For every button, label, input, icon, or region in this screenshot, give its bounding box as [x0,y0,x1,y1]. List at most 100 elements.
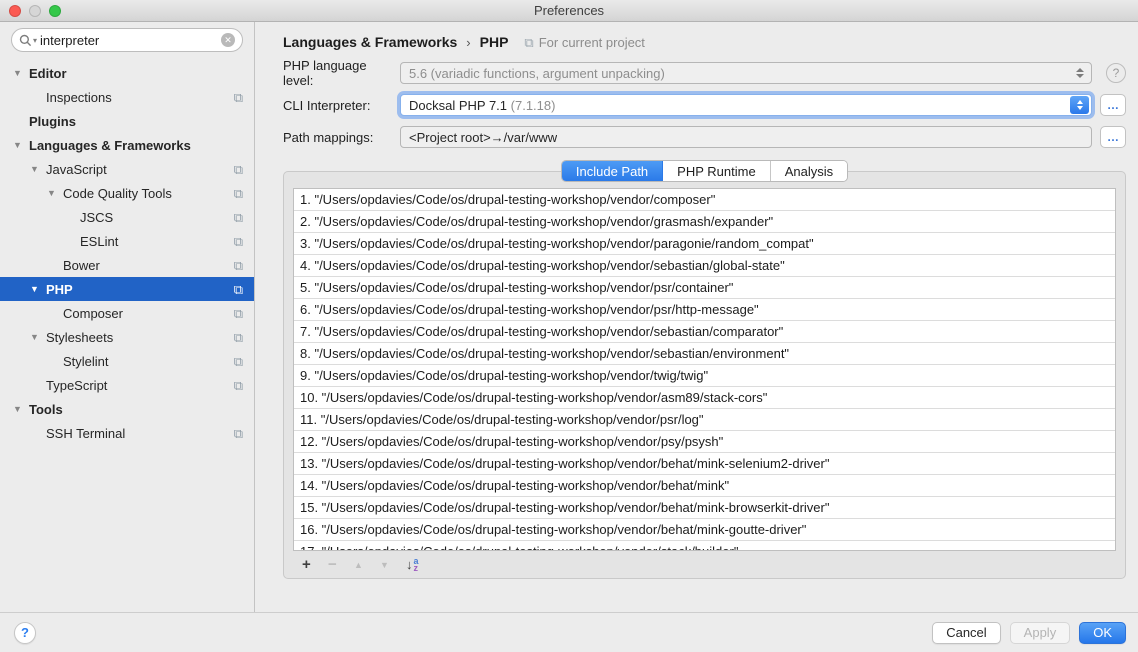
ok-button[interactable]: OK [1079,622,1126,644]
sidebar-item-jscs[interactable]: JSCS⧉ [0,205,254,229]
path-mappings-field[interactable]: <Project root>→/var/www [400,126,1092,148]
sidebar-item-stylelint[interactable]: Stylelint ⧉ [0,349,254,373]
include-path-row[interactable]: 1. "/Users/opdavies/Code/os/drupal-testi… [294,189,1115,211]
include-path-row[interactable]: 17. "/Users/opdavies/Code/os/drupal-test… [294,541,1115,551]
sort-letters: az [414,558,419,572]
sidebar-item-plugins[interactable]: Plugins [0,109,254,133]
expand-arrow-icon[interactable]: ▼ [30,332,46,342]
include-path-row[interactable]: 3. "/Users/opdavies/Code/os/drupal-testi… [294,233,1115,255]
sidebar-item-inspections[interactable]: Inspections ⧉ [0,85,254,109]
search-input[interactable] [40,33,218,48]
sidebar-item-php[interactable]: ▼PHP⧉ [0,277,254,301]
project-settings-icon: ⧉ [234,259,243,272]
edit-path-mappings-button[interactable]: … [1100,126,1126,148]
preferences-window: Preferences ▾ ✕ ▼Editor Inspections ⧉ Plugi… [0,0,1138,652]
sidebar-item-tools[interactable]: ▼Tools [0,397,254,421]
include-path-row[interactable]: 10. "/Users/opdavies/Code/os/drupal-test… [294,387,1115,409]
cli-interpreter-label: CLI Interpreter: [283,98,400,113]
sort-alphabetically-button[interactable]: ↓az [406,557,432,572]
include-path-row[interactable]: 8. "/Users/opdavies/Code/os/drupal-testi… [294,343,1115,365]
minimize-button[interactable] [29,5,41,17]
sidebar-item-typescript[interactable]: TypeScript⧉ [0,373,254,397]
include-path-row[interactable]: 11. "/Users/opdavies/Code/os/drupal-test… [294,409,1115,431]
include-path-row[interactable]: 6. "/Users/opdavies/Code/os/drupal-testi… [294,299,1115,321]
include-path-row[interactable]: 16. "/Users/opdavies/Code/os/drupal-test… [294,519,1115,541]
breadcrumb: Languages & Frameworks › PHP ⧉ For curre… [283,30,1126,54]
search-options-arrow-icon[interactable]: ▾ [33,36,37,45]
project-settings-icon: ⧉ [524,36,533,49]
project-settings-icon: ⧉ [234,91,243,104]
context-help-icon[interactable]: ? [1106,63,1126,83]
sidebar-item-composer[interactable]: Composer⧉ [0,301,254,325]
search-icon[interactable]: ▾ [19,34,37,47]
language-level-value: 5.6 (variadic functions, argument unpack… [409,66,665,81]
include-path-row[interactable]: 12. "/Users/opdavies/Code/os/drupal-test… [294,431,1115,453]
sidebar-item-eslint[interactable]: ESLint⧉ [0,229,254,253]
cli-interpreter-row: CLI Interpreter: Docksal PHP 7.1 (7.1.18… [283,94,1126,116]
include-path-panel: 1. "/Users/opdavies/Code/os/drupal-testi… [283,171,1126,579]
apply-button[interactable]: Apply [1010,622,1071,644]
chevron-up-down-icon[interactable] [1070,96,1089,114]
browse-interpreters-button[interactable]: … [1100,94,1126,116]
traffic-lights [9,0,61,22]
sidebar-item-label: JSCS [80,210,113,225]
tab-include-path[interactable]: Include Path [562,161,663,181]
include-path-row[interactable]: 9. "/Users/opdavies/Code/os/drupal-testi… [294,365,1115,387]
expand-arrow-icon[interactable]: ▼ [13,404,29,414]
list-toolbar: +−▲▼↓az [293,551,1116,578]
expand-arrow-icon[interactable]: ▼ [30,164,46,174]
close-button[interactable] [9,5,21,17]
project-settings-icon: ⧉ [234,187,243,200]
sidebar-item-label: ESLint [80,234,118,249]
breadcrumb-separator-icon: › [465,35,471,50]
page-title: PHP [480,34,509,50]
sidebar-item-languages-frameworks[interactable]: ▼Languages & Frameworks [0,133,254,157]
php-settings-tabs: Include PathPHP RuntimeAnalysis [561,160,848,182]
include-path-row[interactable]: 13. "/Users/opdavies/Code/os/drupal-test… [294,453,1115,475]
sidebar-item-bower[interactable]: Bower⧉ [0,253,254,277]
language-level-select[interactable]: 5.6 (variadic functions, argument unpack… [400,62,1092,84]
include-path-row[interactable]: 7. "/Users/opdavies/Code/os/drupal-testi… [294,321,1115,343]
sort-arrow-icon: ↓ [406,557,413,572]
language-level-row: PHP language level: 5.6 (variadic functi… [283,62,1126,84]
path-mappings-row: Path mappings: <Project root>→/var/www … [283,126,1126,148]
sidebar-item-label: Inspections [46,90,112,105]
clear-search-icon[interactable]: ✕ [221,33,235,47]
include-path-row[interactable]: 15. "/Users/opdavies/Code/os/drupal-test… [294,497,1115,519]
sidebar-item-javascript[interactable]: ▼JavaScript⧉ [0,157,254,181]
help-button[interactable]: ? [14,622,36,644]
dialog-footer: ? Cancel Apply OK [0,612,1138,652]
sidebar-item-label: Stylelint [63,354,109,369]
expand-arrow-icon[interactable]: ▼ [13,140,29,150]
include-path-row[interactable]: 5. "/Users/opdavies/Code/os/drupal-testi… [294,277,1115,299]
project-settings-icon: ⧉ [234,379,243,392]
settings-content: Languages & Frameworks › PHP ⧉ For curre… [255,22,1138,612]
sidebar-item-editor[interactable]: ▼Editor [0,61,254,85]
sidebar-item-label: SSH Terminal [46,426,125,441]
zoom-button[interactable] [49,5,61,17]
settings-search-field[interactable]: ▾ ✕ [11,28,243,52]
expand-arrow-icon[interactable]: ▼ [30,284,46,294]
remove-path-button: − [328,556,354,573]
add-path-button[interactable]: + [302,556,328,573]
include-path-row[interactable]: 14. "/Users/opdavies/Code/os/drupal-test… [294,475,1115,497]
cancel-button[interactable]: Cancel [932,622,1000,644]
window-title: Preferences [534,3,604,18]
tab-php-runtime[interactable]: PHP Runtime [663,161,771,181]
sidebar-item-code-quality-tools[interactable]: ▼Code Quality Tools⧉ [0,181,254,205]
sidebar-item-label: PHP [46,282,73,297]
path-mappings-value: <Project root>→/var/www [409,130,557,145]
sidebar-item-stylesheets[interactable]: ▼Stylesheets⧉ [0,325,254,349]
include-path-row[interactable]: 2. "/Users/opdavies/Code/os/drupal-testi… [294,211,1115,233]
language-level-label: PHP language level: [283,58,400,88]
expand-arrow-icon[interactable]: ▼ [47,188,63,198]
sidebar-item-ssh-terminal[interactable]: SSH Terminal⧉ [0,421,254,445]
expand-arrow-icon[interactable]: ▼ [13,68,29,78]
project-settings-icon: ⧉ [234,355,243,368]
include-path-list[interactable]: 1. "/Users/opdavies/Code/os/drupal-testi… [293,188,1116,551]
cli-interpreter-select[interactable]: Docksal PHP 7.1 (7.1.18) [400,94,1092,116]
tab-analysis[interactable]: Analysis [771,161,847,181]
move-down-button: ▼ [380,559,406,570]
include-path-row[interactable]: 4. "/Users/opdavies/Code/os/drupal-testi… [294,255,1115,277]
settings-tree: ▼Editor Inspections ⧉ Plugins▼Languages & F… [0,61,254,445]
